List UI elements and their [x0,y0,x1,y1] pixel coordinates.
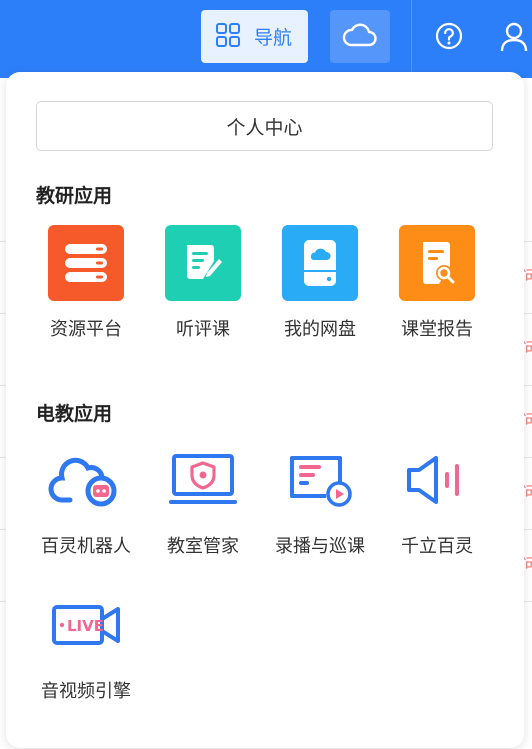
personal-center-button[interactable]: 个人中心 [36,101,493,151]
section-title-teaching-apps: 教研应用 [36,185,113,207]
cloud-icon [342,22,378,52]
speaker-icon [399,442,475,518]
navigation-dropdown-panel: 个人中心 教研应用 资源平台 听评课 我的网盘 课堂报告 电教应用 百灵机器人 … [6,72,524,748]
screen-play-icon [282,442,358,518]
app-bailing-robot[interactable]: 百灵机器人 [31,442,141,558]
grid-icon [215,22,241,52]
app-av-engine[interactable]: LIVE 音视频引擎 [31,587,141,703]
navigation-button[interactable]: 导航 [201,10,308,63]
app-label: 音视频引擎 [41,681,131,702]
live-camera-icon: LIVE [48,587,124,663]
report-search-icon [399,225,475,301]
top-navigation-bar: 导航 [0,0,532,78]
app-label: 录播与巡课 [275,536,365,557]
topbar-divider [411,0,412,72]
help-icon[interactable] [435,22,463,54]
cloud-robot-icon [48,442,124,518]
app-label: 教室管家 [167,536,239,557]
app-label: 百灵机器人 [41,536,131,557]
server-stack-icon [48,225,124,301]
user-icon[interactable] [500,22,532,56]
app-label: 课堂报告 [401,319,473,340]
app-resource-platform[interactable]: 资源平台 [31,225,141,341]
monitor-shield-icon [165,442,241,518]
app-label: 千立百灵 [401,536,473,557]
svg-text:LIVE: LIVE [67,617,104,635]
app-qianli-bailing[interactable]: 千立百灵 [382,442,492,558]
app-classroom-manager[interactable]: 教室管家 [148,442,258,558]
app-lesson-review[interactable]: 听评课 [148,225,258,341]
document-edit-icon [165,225,241,301]
app-label: 我的网盘 [284,319,356,340]
app-my-cloud-drive[interactable]: 我的网盘 [265,225,375,341]
navigation-label: 导航 [254,27,293,49]
cloud-drive-icon [282,225,358,301]
cloud-button[interactable] [330,10,390,63]
app-classroom-report[interactable]: 课堂报告 [382,225,492,341]
section-title-edu-tech-apps: 电教应用 [36,403,113,425]
app-recording-and-patrol[interactable]: 录播与巡课 [265,442,375,558]
app-label: 资源平台 [50,319,122,340]
app-label: 听评课 [176,319,230,340]
